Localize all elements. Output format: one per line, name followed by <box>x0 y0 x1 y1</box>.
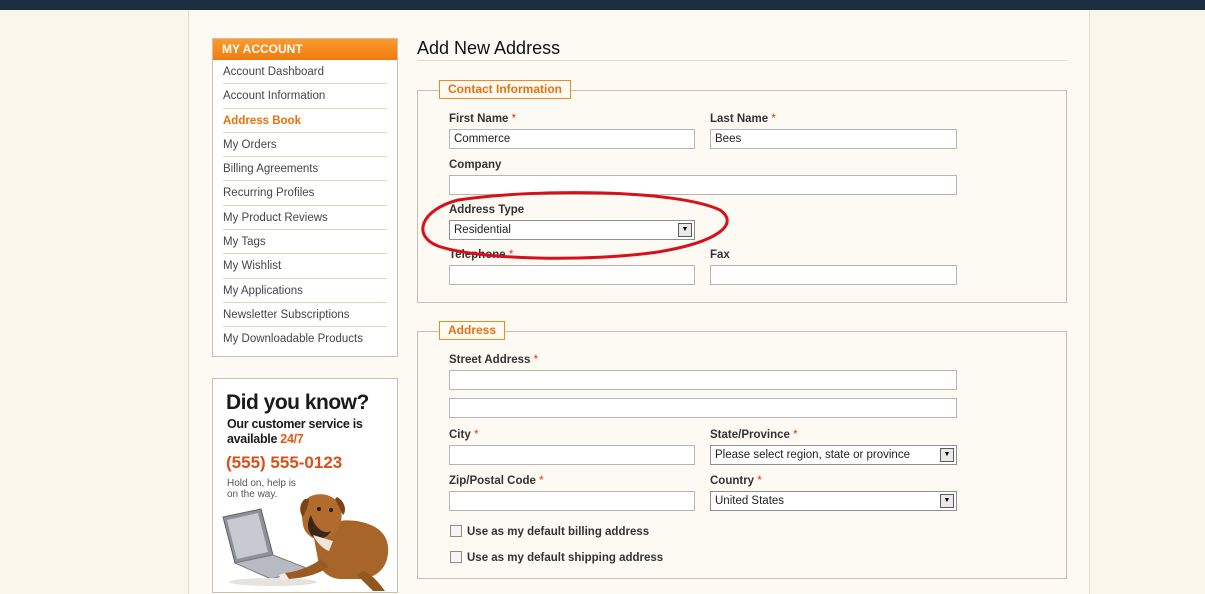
promo-line-2: available 24/7 <box>227 432 304 446</box>
sidebar-item-account-dashboard[interactable]: Account Dashboard <box>223 60 387 85</box>
required-marker: * <box>757 475 762 487</box>
fax-label: Fax <box>710 249 730 261</box>
last-name-label: Last Name * <box>710 113 776 125</box>
address-type-select[interactable]: Residential ▼ <box>449 220 695 240</box>
telephone-label-text: Telephone <box>449 249 506 261</box>
street-address-label: Street Address * <box>449 354 538 366</box>
telephone-label: Telephone * <box>449 249 513 261</box>
default-shipping-label: Use as my default shipping address <box>467 552 664 564</box>
fax-input[interactable] <box>710 265 957 285</box>
sidebar-item-newsletter-subscriptions[interactable]: Newsletter Subscriptions <box>223 303 387 328</box>
address-type-selected-value: Residential <box>454 224 511 236</box>
required-marker: * <box>508 249 514 261</box>
street-address-line-2-input[interactable] <box>449 398 957 418</box>
chevron-down-icon[interactable]: ▼ <box>678 223 692 237</box>
sidebar-nav: Account Dashboard Account Information Ad… <box>213 60 397 356</box>
contact-information-fieldset: Contact Information First Name * Last Na… <box>417 80 1067 303</box>
city-input[interactable] <box>449 445 695 465</box>
default-billing-option[interactable]: Use as my default billing address <box>450 525 649 538</box>
required-marker: * <box>793 429 798 441</box>
default-shipping-option[interactable]: Use as my default shipping address <box>450 551 663 564</box>
first-name-label: First Name * <box>449 113 516 125</box>
address-type-label: Address Type <box>449 204 525 216</box>
top-header-bar <box>0 0 1205 10</box>
promo-phone: (555) 555-0123 <box>226 453 343 472</box>
customer-service-promo[interactable]: Did you know? Our customer service is av… <box>212 378 398 593</box>
first-name-input[interactable] <box>449 129 695 149</box>
company-label: Company <box>449 159 502 171</box>
street-address-label-text: Street Address <box>449 354 531 366</box>
default-billing-checkbox[interactable] <box>450 525 462 537</box>
last-name-label-text: Last Name <box>710 113 769 125</box>
last-name-input[interactable] <box>710 129 957 149</box>
required-marker: * <box>473 429 479 441</box>
country-selected-value: United States <box>715 495 785 507</box>
zip-code-label-text: Zip/Postal Code <box>449 475 536 487</box>
address-fieldset: Address Street Address * City * State/Pr… <box>417 321 1067 579</box>
my-account-sidebar: MY ACCOUNT Account Dashboard Account Inf… <box>212 38 398 357</box>
sidebar-item-account-information[interactable]: Account Information <box>223 84 387 109</box>
sidebar-item-address-book[interactable]: Address Book <box>223 109 387 133</box>
sidebar-item-billing-agreements[interactable]: Billing Agreements <box>223 157 387 182</box>
sidebar-item-my-tags[interactable]: My Tags <box>223 230 387 255</box>
page-container: MY ACCOUNT Account Dashboard Account Inf… <box>188 10 1090 594</box>
dog-laptop-illustration <box>222 494 389 591</box>
state-province-label-text: State/Province <box>710 429 790 441</box>
contact-information-legend: Contact Information <box>439 80 571 99</box>
promo-title: Did you know? <box>226 391 369 414</box>
street-address-line-1-input[interactable] <box>449 370 957 390</box>
chevron-down-icon[interactable]: ▼ <box>940 448 954 462</box>
required-marker: * <box>511 113 517 125</box>
promo-line-2-text: available <box>227 432 281 446</box>
address-legend: Address <box>439 321 506 340</box>
state-province-selected-value: Please select region, state or province <box>715 449 910 461</box>
promo-line-1: Our customer service is <box>227 417 363 431</box>
city-label: City * <box>449 429 478 441</box>
state-province-label: State/Province * <box>710 429 798 441</box>
chevron-down-icon[interactable]: ▼ <box>940 494 954 508</box>
title-divider <box>417 60 1067 61</box>
sidebar-item-my-product-reviews[interactable]: My Product Reviews <box>223 206 387 231</box>
country-select[interactable]: United States ▼ <box>710 491 957 511</box>
required-marker: * <box>539 475 544 487</box>
sidebar-item-my-downloadable-products[interactable]: My Downloadable Products <box>223 327 387 351</box>
default-shipping-checkbox[interactable] <box>450 551 462 563</box>
default-billing-label: Use as my default billing address <box>467 526 650 538</box>
required-marker: * <box>771 113 776 125</box>
zip-code-input[interactable] <box>449 491 695 511</box>
city-label-text: City <box>449 429 471 441</box>
country-label-text: Country <box>710 475 755 487</box>
sidebar-item-my-applications[interactable]: My Applications <box>223 279 387 303</box>
sidebar-item-recurring-profiles[interactable]: Recurring Profiles <box>223 181 387 206</box>
state-province-select[interactable]: Please select region, state or province … <box>710 445 957 465</box>
telephone-input[interactable] <box>449 265 695 285</box>
first-name-label-text: First Name <box>449 113 509 125</box>
sidebar-heading: MY ACCOUNT <box>213 39 397 60</box>
zip-code-label: Zip/Postal Code * <box>449 475 544 487</box>
promo-availability: 24/7 <box>280 432 304 446</box>
required-marker: * <box>533 354 539 366</box>
company-input[interactable] <box>449 175 957 195</box>
sidebar-item-my-wishlist[interactable]: My Wishlist <box>223 254 387 279</box>
country-label: Country * <box>710 475 762 487</box>
page-title: Add New Address <box>417 38 561 58</box>
sidebar-item-my-orders[interactable]: My Orders <box>223 133 387 158</box>
